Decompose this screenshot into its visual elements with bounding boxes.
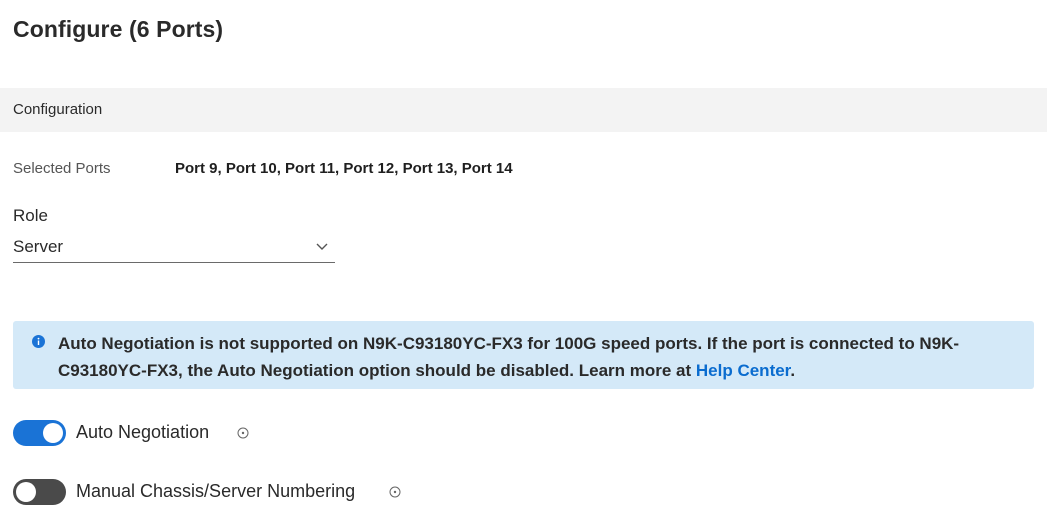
selected-ports-label: Selected Ports [13,160,111,177]
auto-negotiation-toggle[interactable] [13,420,66,446]
manual-numbering-label: Manual Chassis/Server Numbering [76,481,356,501]
role-dropdown[interactable]: Server [13,236,335,263]
info-banner: Auto Negotiation is not supported on N9K… [13,321,1034,389]
chevron-down-icon [316,243,328,250]
info-circle-icon[interactable] [389,486,401,498]
role-selected-value: Server [13,237,64,256]
role-label: Role [13,206,48,225]
banner-suffix: . [790,361,796,380]
manual-numbering-row: Manual Chassis/Server Numbering [13,478,513,506]
auto-negotiation-row: Auto Negotiation [13,419,513,447]
banner-message: Auto Negotiation is not supported on N9K… [58,330,1018,384]
info-icon [32,335,45,348]
info-circle-icon[interactable] [237,427,249,439]
help-center-link[interactable]: Help Center [696,361,790,380]
manual-numbering-toggle[interactable] [13,479,66,505]
selected-ports-value: Port 9, Port 10, Port 11, Port 12, Port … [175,160,513,177]
configuration-section-header: Configuration [0,88,1047,132]
configure-ports-panel: Configure (6 Ports) Configuration Select… [0,0,1047,528]
page-title: Configure (6 Ports) [13,16,224,42]
banner-text: Auto Negotiation is not supported on N9K… [58,334,960,380]
auto-negotiation-label: Auto Negotiation [76,422,210,442]
toggle-knob [16,482,36,502]
section-label: Configuration [13,101,103,118]
toggle-knob [43,423,63,443]
